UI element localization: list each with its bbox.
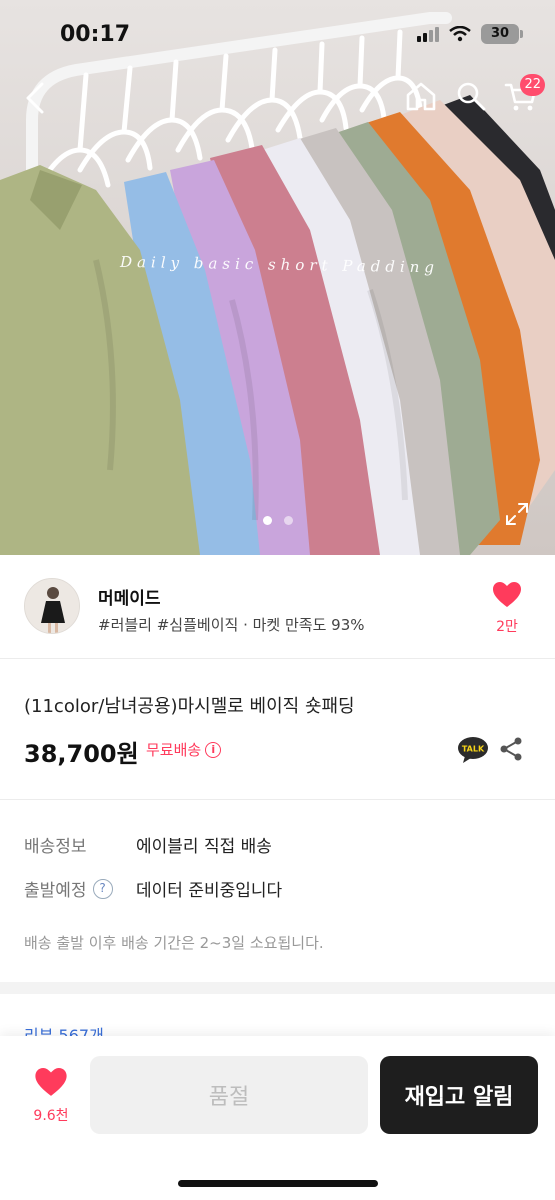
seller-avatar-image: [25, 579, 79, 633]
status-time: 00:17: [60, 22, 131, 47]
restock-alert-button[interactable]: 재입고 알림: [380, 1056, 538, 1134]
soldout-button[interactable]: 품절: [90, 1056, 368, 1134]
carousel-dot-1[interactable]: [262, 516, 272, 525]
kakao-talk-button[interactable]: TALK: [457, 736, 489, 764]
question-icon[interactable]: ?: [92, 878, 113, 899]
shipping-value: 에이블리 직접 배송: [136, 837, 272, 857]
kakao-talk-icon: TALK: [458, 737, 488, 763]
home-icon: [406, 82, 436, 111]
product-info: (11color/남녀공용)마시멜로 베이직 숏패딩 38,700원 무료배송 …: [0, 660, 555, 800]
shipping-row: 배송정보 에이블리 직접 배송: [24, 832, 272, 857]
product-price: 38,700원: [24, 740, 139, 768]
carousel-indicator: [0, 516, 555, 525]
share-icon: [500, 737, 522, 761]
home-button[interactable]: [403, 78, 439, 114]
seller-name[interactable]: 머메이드: [98, 584, 161, 609]
back-button[interactable]: [16, 78, 56, 118]
share-button[interactable]: [498, 736, 524, 762]
top-nav-actions: 22: [403, 74, 545, 114]
wishlist-count: 9.6천: [33, 1108, 69, 1124]
search-button[interactable]: [453, 78, 489, 114]
home-indicator: [178, 1180, 378, 1187]
seller-tags: #러블리 #심플베이직 · 마켓 만족도 93%: [98, 616, 365, 634]
shipping-label: 배송정보: [24, 837, 87, 857]
wishlist-button[interactable]: 9.6천: [28, 1068, 74, 1125]
departure-row: 출발예정 ? 데이터 준비중입니다: [24, 876, 282, 901]
status-icons: 30: [417, 24, 523, 44]
expand-icon: [506, 503, 528, 525]
status-bar: 00:17 30: [0, 0, 555, 74]
battery-indicator: 30: [481, 24, 523, 44]
cart-count-badge: 22: [520, 74, 545, 96]
heart-icon: [35, 1068, 67, 1096]
free-shipping-text: 무료배송: [146, 741, 202, 759]
seller-avatar[interactable]: [24, 578, 80, 634]
search-icon: [457, 82, 486, 111]
bottom-action-bar: 9.6천 품절 재입고 알림: [0, 1036, 555, 1200]
seller-like-count: 2만: [496, 619, 518, 635]
kakao-talk-label: TALK: [462, 745, 485, 754]
delivery-info: 배송정보 에이블리 직접 배송 출발예정 ? 데이터 준비중입니다 배송 출발 …: [0, 800, 555, 982]
free-shipping-label[interactable]: 무료배송 i: [146, 739, 222, 760]
info-icon: i: [205, 741, 222, 758]
departure-label-group: 출발예정 ?: [24, 876, 113, 901]
seller-like-button[interactable]: 2만: [489, 582, 525, 636]
carousel-dot-2[interactable]: [283, 516, 293, 525]
delivery-note: 배송 출발 이후 배송 기간은 2~3일 소요됩니다.: [24, 934, 324, 952]
product-image-carousel[interactable]: 00:17 30 22 Daily basic short Padding: [0, 0, 555, 555]
back-icon: [26, 82, 44, 114]
signal-icon: [417, 26, 439, 42]
seller-section[interactable]: 머메이드 #러블리 #심플베이직 · 마켓 만족도 93% 2만: [0, 556, 555, 659]
section-divider: [0, 982, 555, 994]
wifi-icon: [449, 26, 471, 42]
heart-icon: [493, 582, 521, 607]
product-title: (11color/남녀공용)마시멜로 베이직 숏패딩: [24, 696, 355, 717]
departure-value: 데이터 준비중입니다: [136, 881, 283, 901]
departure-label: 출발예정: [24, 881, 87, 901]
expand-image-button[interactable]: [505, 502, 529, 526]
cart-button[interactable]: 22: [503, 74, 545, 114]
